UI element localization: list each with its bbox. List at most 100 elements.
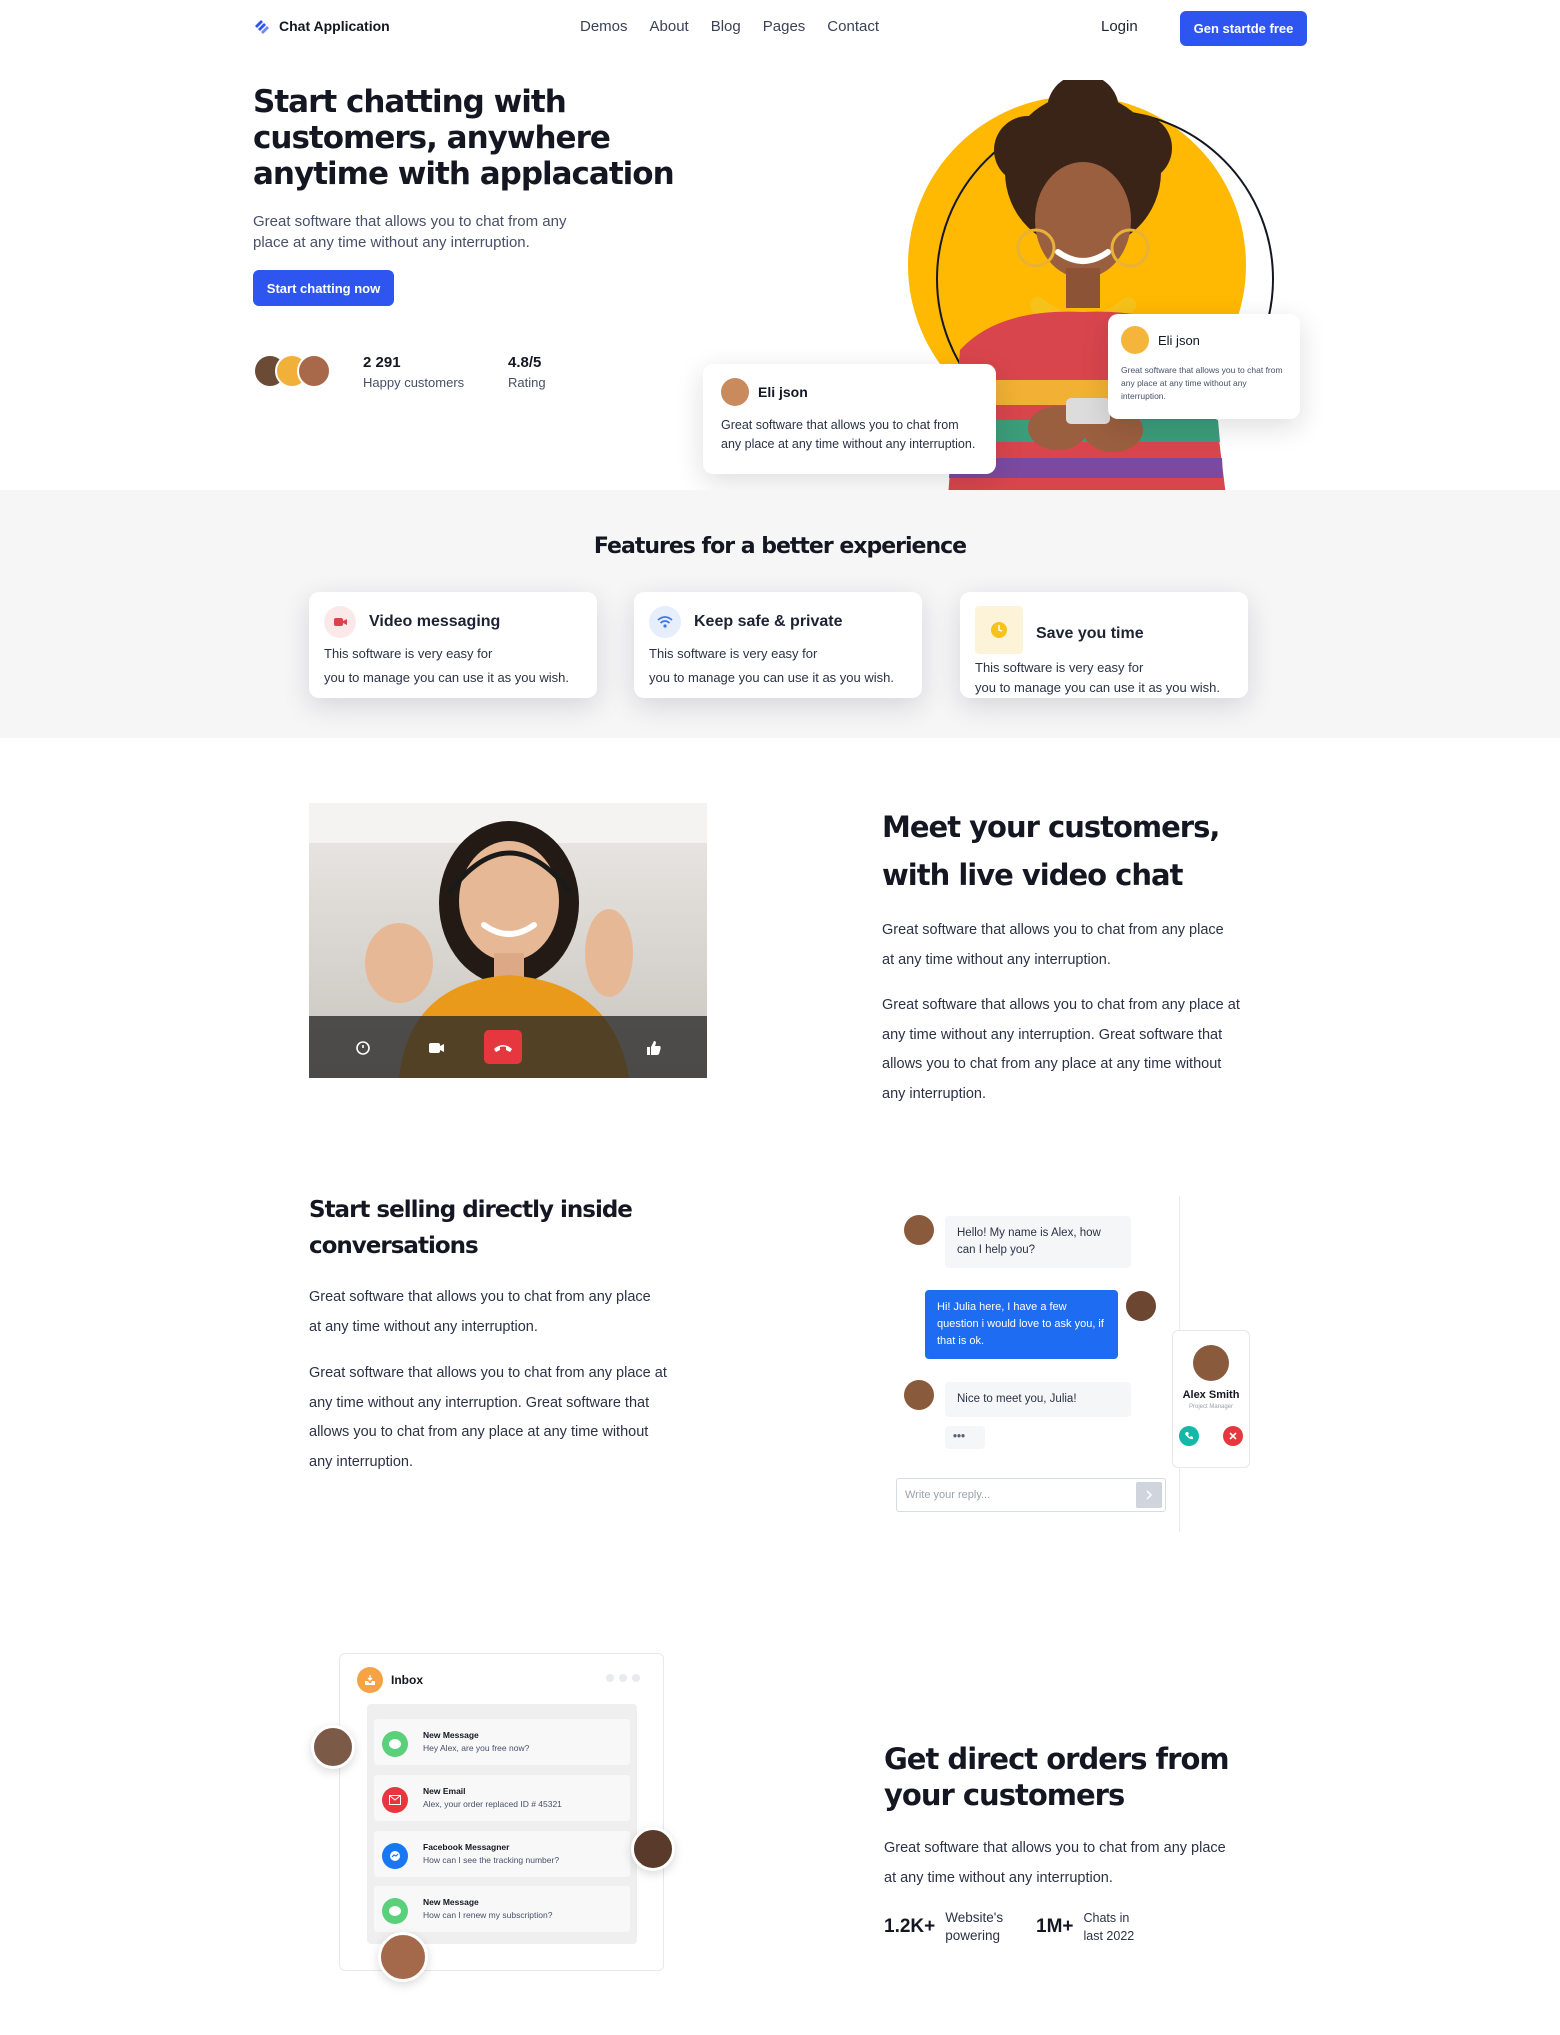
nav-link-demos[interactable]: Demos <box>580 18 628 35</box>
feature-card-time: Save you time This software is very easy… <box>960 592 1248 698</box>
call-icon[interactable] <box>1179 1426 1199 1446</box>
chat-card-name: Eli json <box>758 384 808 400</box>
list-item-text: How can I see the tracking number? <box>423 1855 560 1865</box>
chat-mockup: Hello! My name is Alex, how can I help y… <box>882 1196 1180 1532</box>
list-item[interactable]: Facebook Messagner How can I see the tra… <box>374 1831 630 1877</box>
chat-card-text: Great software that allows you to chat f… <box>1121 365 1283 401</box>
clock-icon <box>975 606 1023 654</box>
brand-logo[interactable]: Chat Application <box>253 17 390 35</box>
main-nav: Demos About Blog Pages Contact <box>580 18 879 35</box>
list-item[interactable]: New Email Alex, your order replaced ID #… <box>374 1775 630 1821</box>
feature-title: Video messaging <box>369 613 501 630</box>
nav-link-contact[interactable]: Contact <box>827 18 879 35</box>
stat-value: 2 291 <box>363 354 401 371</box>
avatar <box>311 1725 355 1769</box>
chat-card-text: Great software that allows you to chat f… <box>721 418 976 451</box>
typing-indicator: ••• <box>945 1426 985 1449</box>
end-call-button[interactable] <box>484 1030 522 1064</box>
list-item-title: New Message <box>423 1730 479 1740</box>
metric-label: Chats in last 2022 <box>1083 1911 1135 1943</box>
feature-text: This software is very easy for <box>975 660 1144 675</box>
reply-placeholder: Write your reply... <box>905 1489 991 1501</box>
avatar <box>904 1380 934 1410</box>
feature-card-video: Video messaging This software is very ea… <box>309 592 597 698</box>
feature-title: Keep safe & private <box>694 613 843 630</box>
list-item-title: New Message <box>423 1897 479 1907</box>
stat-value: 4.8/5 <box>508 354 542 371</box>
avatar <box>297 354 331 388</box>
hero-subtitle: Great software that allows you to chat f… <box>253 213 567 251</box>
list-item-text: How can I renew my subscription? <box>423 1910 553 1920</box>
thumbs-up-icon[interactable] <box>643 1037 665 1059</box>
list-item[interactable]: New Message Hey Alex, are you free now? <box>374 1719 630 1765</box>
orders-section-title: Get direct orders from your customers <box>884 1742 1230 1812</box>
video-section-title: Meet your customers, with live video cha… <box>882 810 1220 892</box>
camera-icon[interactable] <box>425 1037 447 1059</box>
feature-text: This software is very easy for <box>324 646 493 661</box>
hero-title: Start chatting with customers, anywhere … <box>253 84 675 192</box>
nav-link-blog[interactable]: Blog <box>711 18 741 35</box>
avatar <box>721 378 749 406</box>
feature-card-safe: Keep safe & private This software is ver… <box>634 592 922 698</box>
video-controls-bar <box>309 1016 707 1078</box>
list-item-title: Facebook Messagner <box>423 1842 510 1852</box>
metric-value: 1.2K+ <box>884 1916 936 1937</box>
list-item-text: Alex, your order replaced ID # 45321 <box>423 1799 562 1809</box>
video-section-paragraph: Great software that allows you to chat f… <box>882 997 1240 1102</box>
messenger-icon <box>382 1843 408 1869</box>
selling-section-paragraph: Great software that allows you to chat f… <box>309 1365 667 1470</box>
metric-value: 1M+ <box>1036 1916 1074 1937</box>
nav-link-pages[interactable]: Pages <box>763 18 806 35</box>
reply-input[interactable]: Write your reply... <box>896 1478 1166 1512</box>
send-button[interactable] <box>1136 1482 1162 1508</box>
nav-link-about[interactable]: About <box>650 18 689 35</box>
window-dots <box>606 1674 640 1682</box>
stat-label: Happy customers <box>363 375 465 390</box>
metric-label: Website's powering <box>945 1910 1004 1943</box>
inbox-list: New Message Hey Alex, are you free now? … <box>367 1704 637 1944</box>
chat-card-large: Eli json Great software that allows you … <box>703 364 996 474</box>
video-icon <box>324 606 356 638</box>
profile-role: Project Manager <box>1188 1404 1234 1410</box>
email-icon <box>382 1787 408 1813</box>
features-title: Features for a better experience <box>593 534 967 559</box>
customer-avatars <box>253 354 331 388</box>
feature-text: This software is very easy for <box>649 646 818 661</box>
start-chatting-button[interactable]: Start chatting now <box>253 270 394 306</box>
metric-chats: 1M+ Chats in last 2022 <box>1036 1909 1146 1945</box>
avatar <box>378 1932 428 1982</box>
rotate-camera-icon[interactable] <box>352 1037 374 1059</box>
login-link[interactable]: Login <box>1101 18 1138 35</box>
feature-text: you to manage you can use it as you wish… <box>975 680 1220 695</box>
inbox-icon <box>357 1667 383 1693</box>
list-item-title: New Email <box>423 1786 466 1796</box>
avatar <box>1126 1291 1156 1321</box>
chat-card-name: Eli json <box>1158 332 1200 348</box>
stat-customers: 2 291 Happy customers <box>363 354 464 390</box>
chat-message: Hello! My name is Alex, how can I help y… <box>945 1216 1131 1268</box>
inbox-mockup: Inbox New Message Hey Alex, are you free… <box>339 1653 664 1971</box>
list-item[interactable]: New Message How can I renew my subscript… <box>374 1886 630 1932</box>
feature-title: Save you time <box>1036 625 1144 642</box>
feature-text: you to manage you can use it as you wish… <box>649 670 894 685</box>
orders-section-paragraph: Great software that allows you to chat f… <box>884 1840 1226 1886</box>
video-section-paragraph: Great software that allows you to chat f… <box>882 922 1224 968</box>
inbox-title: Inbox <box>391 1673 423 1687</box>
stat-rating: 4.8/5 Rating <box>508 354 546 390</box>
stat-label: Rating <box>508 375 546 390</box>
wifi-icon <box>649 606 681 638</box>
chat-card-small: Eli json Great software that allows you … <box>1108 314 1300 419</box>
feature-text: you to manage you can use it as you wish… <box>324 670 569 685</box>
avatar <box>1121 326 1149 354</box>
avatar <box>1193 1345 1229 1381</box>
message-icon <box>382 1731 408 1757</box>
video-call-preview <box>309 803 707 1078</box>
brand-name: Chat Application <box>279 18 390 34</box>
get-started-button[interactable]: Gen startde free <box>1180 11 1307 46</box>
contact-profile-card: Alex Smith Project Manager <box>1172 1330 1250 1468</box>
chat-message: Nice to meet you, Julia! <box>945 1382 1131 1417</box>
message-icon <box>382 1898 408 1924</box>
chat-message: Hi! Julia here, I have a few question i … <box>925 1290 1118 1359</box>
avatar <box>631 1827 675 1871</box>
close-icon[interactable] <box>1223 1426 1243 1446</box>
